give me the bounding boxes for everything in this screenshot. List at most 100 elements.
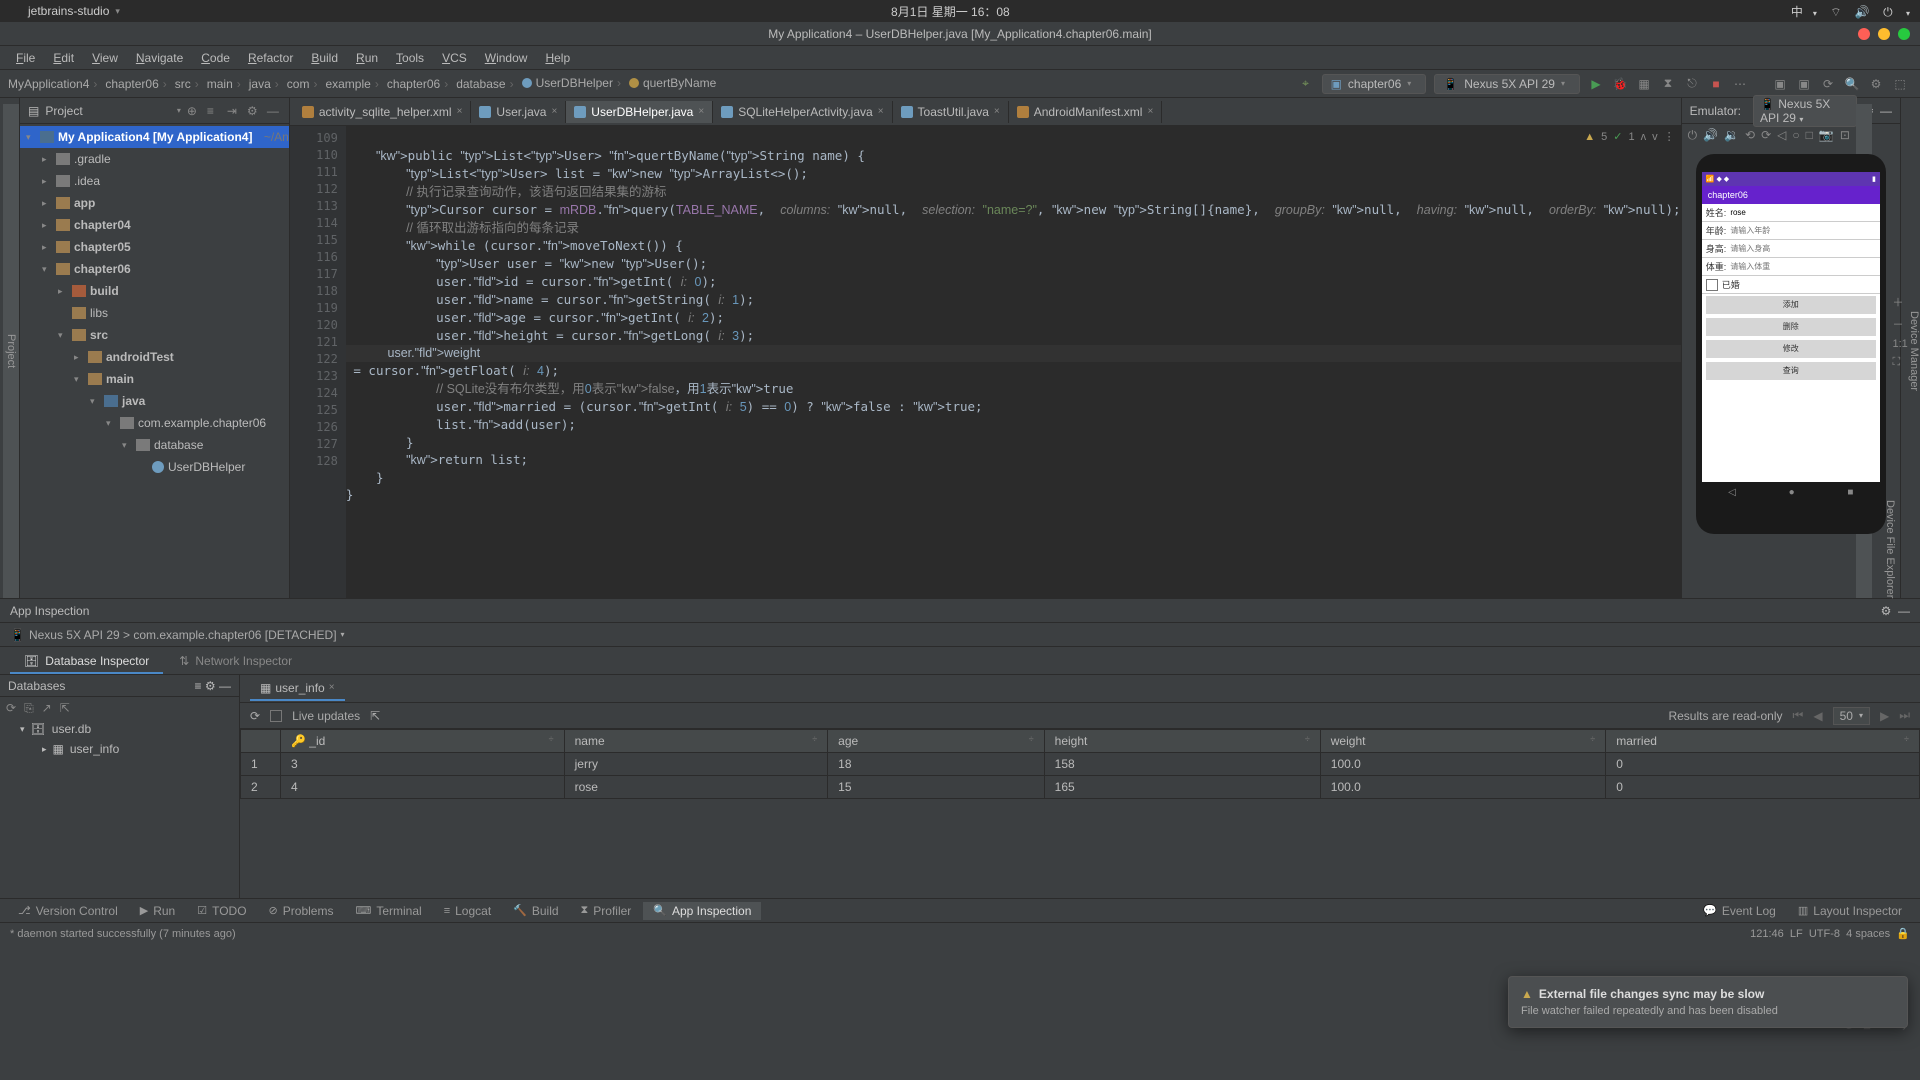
refresh-icon[interactable]: ⟳ [6,701,16,715]
power-icon[interactable]: ⏻ [1883,5,1893,19]
home-icon[interactable]: ● [1789,487,1795,498]
project-view-label[interactable]: Project [45,104,170,118]
query-button[interactable]: 查询 [1706,362,1876,380]
first-icon[interactable]: ⏮ [1793,708,1804,723]
minimize-icon[interactable] [1878,28,1890,40]
breadcrumb[interactable]: UserDBHelper [522,76,625,90]
tool-todo[interactable]: ☑TODO [187,902,256,920]
menu-run[interactable]: Run [348,49,386,67]
tool-event-log[interactable]: 💬Event Log [1693,902,1786,920]
fit-icon[interactable]: 1:1 [1893,338,1908,350]
hide-icon[interactable]: — [267,104,281,118]
last-icon[interactable]: ⏭ [1899,708,1910,723]
rotr-icon[interactable]: ⟳ [1761,128,1771,142]
search-icon[interactable]: 🔍 [1843,75,1861,93]
add-button[interactable]: 添加 [1706,296,1876,314]
tool-app-inspection[interactable]: 🔍App Inspection [643,902,761,920]
hide-icon[interactable]: — [1880,104,1892,118]
notification-balloon[interactable]: ▲External file changes sync may be slow … [1508,976,1908,1028]
tool-terminal[interactable]: ⌨Terminal [345,902,431,920]
notif-icon[interactable]: ⬚ [1891,75,1909,93]
editor-tab[interactable]: AndroidManifest.xml× [1009,101,1163,123]
mac-app-name[interactable]: jetbrains-studio [28,4,109,18]
locate-icon[interactable]: ⊕ [187,104,201,118]
device-manager-tab[interactable]: Device Manager [1908,104,1920,598]
breadcrumb[interactable]: database [456,77,517,91]
table-item[interactable]: ▸▦user_info [0,739,239,759]
debug-icon[interactable]: 🐞 [1611,75,1629,93]
menu-icon[interactable]: ▾ [1906,9,1910,18]
project-tree[interactable]: ▾My Application4 [My Application4] ~/An … [20,124,289,598]
link-icon[interactable]: ⇱ [60,701,70,715]
db-item[interactable]: ▾🗄user.db [0,719,239,739]
back-icon[interactable]: ◁ [1728,487,1736,498]
table-tab[interactable]: ▦user_info× [250,677,345,701]
zoom-in-icon[interactable]: ＋ [1893,294,1908,310]
emulator-device-combo[interactable]: 📱 Nexus 5X API 29 ▾ [1753,95,1857,127]
close-icon[interactable] [1858,28,1870,40]
breadcrumb[interactable]: chapter06 [105,77,170,91]
menu-window[interactable]: Window [477,49,536,67]
breadcrumb[interactable]: com [287,77,322,91]
menu-help[interactable]: Help [537,49,578,67]
expand-icon[interactable]: ≡ [207,104,221,118]
tool-profiler[interactable]: ⧗Profiler [571,902,642,920]
run-icon[interactable]: ▶ [1587,75,1605,93]
lock-icon[interactable]: 🔒 [1896,927,1910,940]
delete-button[interactable]: 删除 [1706,318,1876,336]
up-icon[interactable]: ʌ [1641,131,1647,143]
live-updates-checkbox[interactable] [270,710,282,722]
inspection-breadcrumb[interactable]: Nexus 5X API 29 > com.example.chapter06 … [29,628,337,642]
tab-network-inspector[interactable]: ⇅Network Inspector [165,649,306,674]
snap-icon[interactable]: ⊡ [1840,128,1850,142]
export-icon[interactable]: ↗ [42,701,52,715]
caret-pos[interactable]: 121:46 [1750,928,1784,940]
weight-field[interactable] [1730,262,1875,271]
menu-tools[interactable]: Tools [388,49,432,67]
avd-icon[interactable]: ▣ [1771,75,1789,93]
height-field[interactable] [1730,244,1875,253]
breadcrumb[interactable]: java [249,77,283,91]
tool-version-control[interactable]: ⎇Version Control [8,902,128,920]
tool-logcat[interactable]: ≡Logcat [434,902,501,920]
code-editor[interactable]: "kw">public "typ">List<"typ">User> "fn">… [346,126,1681,598]
coverage-icon[interactable]: ▦ [1635,75,1653,93]
more-icon[interactable]: ⋯ [1731,75,1749,93]
ime-icon[interactable]: 中 [1791,5,1803,19]
breadcrumb[interactable]: src [175,77,203,91]
editor-tab[interactable]: ToastUtil.java× [893,101,1009,123]
table-row[interactable]: 13jerry18158100.00 [241,753,1920,776]
open-icon[interactable]: ⇱ [370,709,380,723]
more-icon[interactable]: ⋮ [1664,130,1675,143]
tool-layout-inspector[interactable]: ▥Layout Inspector [1788,902,1912,920]
hide-icon[interactable]: — [219,679,231,693]
profiler-icon[interactable]: ⧗ [1659,75,1677,93]
next-icon[interactable]: ▶ [1880,709,1889,723]
project-tab[interactable]: Project [3,104,19,598]
tool-run[interactable]: ▶Run [130,902,185,920]
update-button[interactable]: 修改 [1706,340,1876,358]
breadcrumb[interactable]: main [207,77,245,91]
sdk-icon[interactable]: ▣ [1795,75,1813,93]
check-icon[interactable]: ✓ [1613,130,1622,143]
hide-icon[interactable]: — [1898,604,1910,618]
settings-icon[interactable]: ⚙ [1867,75,1885,93]
menu-code[interactable]: Code [193,49,238,67]
encoding[interactable]: UTF-8 [1809,928,1840,940]
breadcrumb[interactable]: MyApplication4 [8,77,101,91]
age-field[interactable] [1730,226,1875,235]
target-icon[interactable]: ⌖ [1297,75,1315,93]
stop-icon[interactable]: ■ [1707,75,1725,93]
editor-tab[interactable]: UserDBHelper.java× [566,101,713,123]
line-sep[interactable]: LF [1790,928,1803,940]
breadcrumb[interactable]: chapter06 [387,77,452,91]
data-grid[interactable]: 🔑 _id÷name÷age÷height÷weight÷married÷ 13… [240,729,1920,799]
home-icon[interactable]: ○ [1792,128,1799,142]
tool-build[interactable]: 🔨Build [503,902,568,920]
camera-icon[interactable]: 📷 [1819,128,1834,142]
editor-tab[interactable]: activity_sqlite_helper.xml× [294,101,472,123]
wifi-icon[interactable]: ⌔ [1830,5,1841,19]
married-checkbox[interactable] [1706,279,1718,291]
warn-icon[interactable]: ▲ [1584,131,1595,143]
menu-edit[interactable]: Edit [45,49,82,67]
